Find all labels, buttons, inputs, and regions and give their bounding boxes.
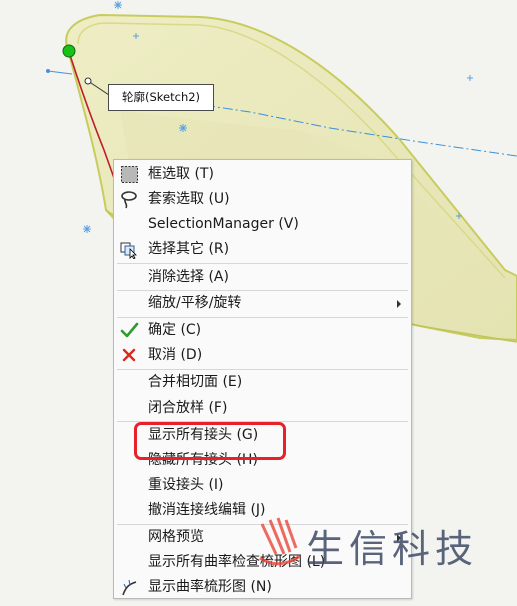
leader-point: [84, 77, 92, 85]
menu-item-label: 框选取 (T): [148, 166, 214, 182]
menu-item-close-loft[interactable]: 闭合放样 (F): [114, 396, 411, 421]
menu-item-label: 合并相切面 (E): [148, 374, 243, 390]
construction-point: [46, 69, 50, 73]
annotation-highlight-box: [134, 422, 286, 460]
checkmark-icon: [120, 321, 139, 340]
menu-item-reset-connectors[interactable]: 重设接头 (I): [114, 473, 411, 498]
menu-item-clear-selection[interactable]: 消除选择 (A): [114, 265, 411, 290]
curvature-comb-icon: [120, 578, 139, 597]
select-other-icon: [120, 240, 139, 260]
menu-item-cancel[interactable]: 取消 (D): [114, 343, 411, 368]
menu-item-label: 消除选择 (A): [148, 269, 229, 285]
sketch-tooltip: 轮廓(Sketch2): [108, 84, 214, 111]
menu-item-lasso-select[interactable]: 套索选取 (U): [114, 187, 411, 212]
menu-item-label: 缩放/平移/旋转: [148, 295, 242, 311]
box-select-icon: [120, 165, 139, 184]
watermark-logo-icon: [259, 517, 301, 566]
submenu-arrow-icon: [397, 300, 401, 308]
menu-item-selection-manager[interactable]: SelectionManager (V): [114, 212, 411, 237]
watermark: 生信科技: [256, 514, 517, 574]
menu-item-label: 撤消连接线编辑 (J): [148, 502, 266, 518]
menu-item-merge-tangent-faces[interactable]: 合并相切面 (E): [114, 370, 411, 395]
lasso-select-icon: [120, 190, 139, 209]
watermark-text: 生信科技: [306, 527, 479, 571]
origin-marker: [114, 1, 122, 9]
menu-item-label: 取消 (D): [148, 347, 203, 363]
origin-marker: [83, 225, 91, 233]
menu-item-label: 网格预览: [148, 529, 204, 545]
menu-item-label: 闭合放样 (F): [148, 400, 228, 416]
menu-item-label: 选择其它 (R): [148, 241, 230, 257]
menu-item-box-select[interactable]: 框选取 (T): [114, 162, 411, 187]
menu-item-label: 显示曲率梳形图 (N): [148, 579, 272, 595]
menu-item-label: 确定 (C): [148, 322, 202, 338]
menu-item-select-other[interactable]: 选择其它 (R): [114, 237, 411, 262]
tooltip-text: 轮廓(Sketch2): [122, 90, 201, 104]
menu-item-ok[interactable]: 确定 (C): [114, 318, 411, 343]
menu-item-show-curvature-comb[interactable]: 显示曲率梳形图 (N): [114, 575, 411, 600]
selected-point[interactable]: [62, 44, 76, 58]
menu-separator: [117, 263, 408, 264]
menu-item-label: 套索选取 (U): [148, 191, 230, 207]
menu-item-zoom-pan-rotate[interactable]: 缩放/平移/旋转: [114, 291, 411, 316]
menu-item-label: SelectionManager (V): [148, 216, 299, 232]
cancel-x-icon: [120, 346, 139, 365]
origin-marker: [179, 124, 187, 132]
menu-item-label: 重设接头 (I): [148, 477, 224, 493]
